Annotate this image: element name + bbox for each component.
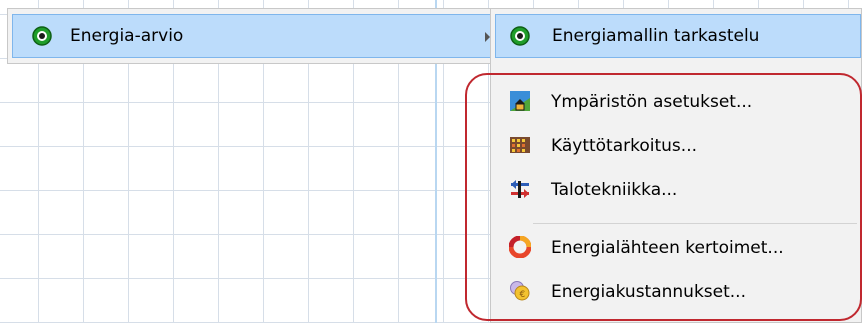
submenu-item-energiamallin-tarkastelu[interactable]: Energiamallin tarkastelu [495, 14, 861, 58]
green-circle-icon [32, 26, 52, 46]
menu-item-label: Energia-arvio [70, 26, 184, 46]
highlight-annotation-outline [465, 73, 862, 321]
submenu-item-label: Energiamallin tarkastelu [552, 26, 760, 46]
context-menu: Energia-arvio [7, 8, 499, 64]
green-circle-icon [510, 26, 530, 46]
menu-item-energia-arvio[interactable]: Energia-arvio [12, 14, 496, 58]
